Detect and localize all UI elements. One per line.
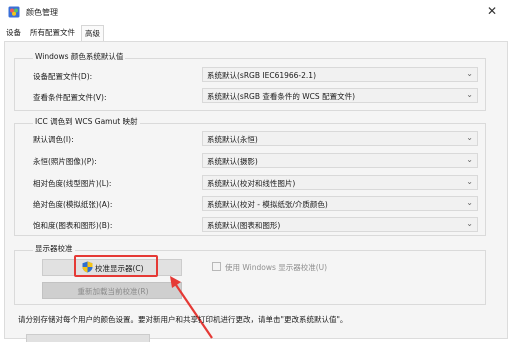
footer-note: 请分别存储对每个用户的颜色设置。要对新用户和共享打印机进行更改，请单击"更改系统… xyxy=(18,315,348,324)
red-arrow-annotation xyxy=(170,276,213,339)
change-system-defaults-button[interactable] xyxy=(26,334,150,342)
